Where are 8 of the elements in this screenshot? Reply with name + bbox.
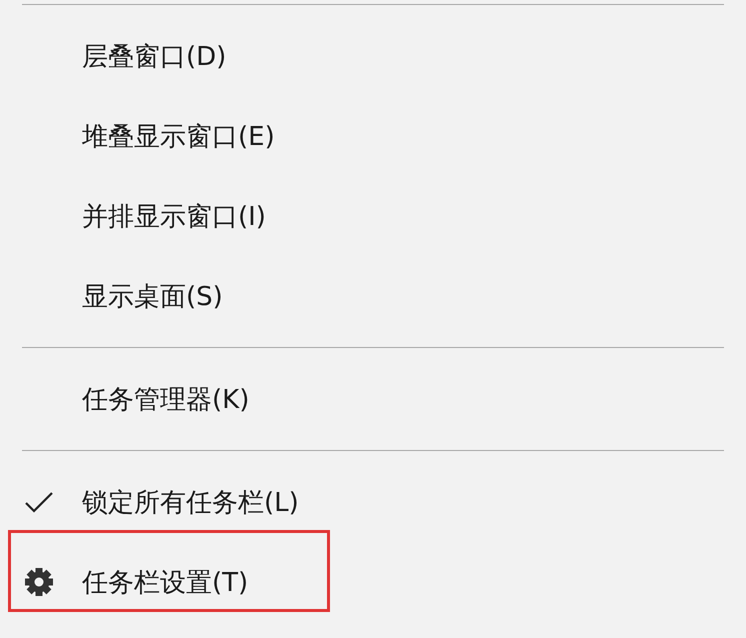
menu-item[interactable]: 堆叠显示窗口(E) [82,118,275,154]
menu-item[interactable]: 显示桌面(S) [82,278,223,314]
menu-item[interactable]: 任务管理器(K) [82,382,250,416]
menu-item[interactable]: 并排显示窗口(I) [82,198,266,234]
menu-item[interactable]: 层叠窗口(D) [82,38,226,74]
settings-icon [24,567,54,597]
menu-item[interactable]: 锁定所有任务栏(L) [82,484,299,520]
menu-item[interactable]: 任务栏设置(T) [82,564,248,600]
